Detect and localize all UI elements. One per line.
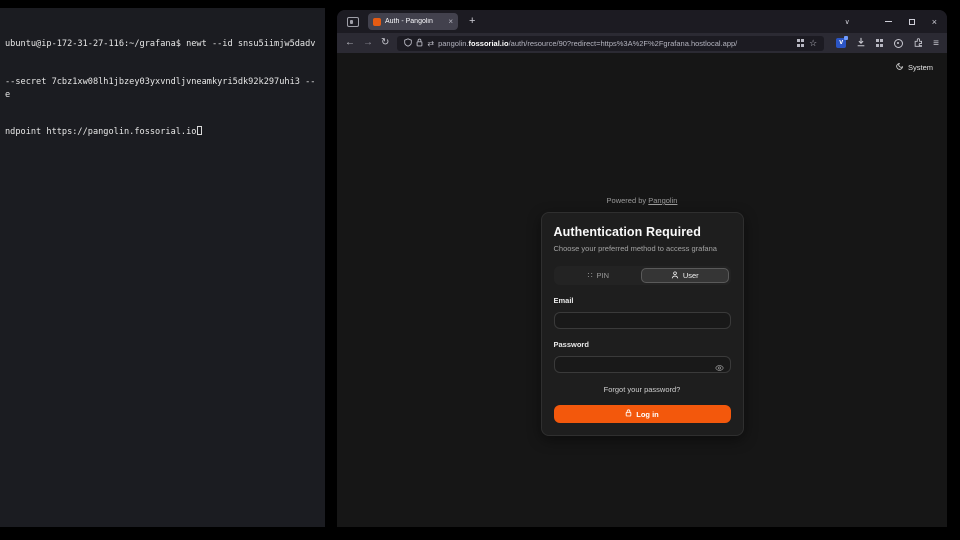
apps-grid-icon[interactable]	[876, 39, 884, 47]
tab-title: Auth - Pangolin	[385, 18, 444, 25]
forward-icon[interactable]: →	[363, 38, 373, 48]
login-button[interactable]: Log in	[554, 405, 731, 423]
password-input[interactable]	[554, 356, 731, 373]
downloads-icon[interactable]	[856, 34, 866, 52]
recorder-circle-icon[interactable]	[894, 39, 903, 48]
forgot-password-link[interactable]: Forgot your password?	[554, 385, 731, 394]
auth-method-tabs: ∷ PIN User	[554, 266, 731, 285]
terminal-line: --secret 7cbz1xw08lh1jbzey03yxvndljvneam…	[5, 76, 320, 101]
firefox-view-icon[interactable]	[347, 17, 359, 27]
terminal-line: ubuntu@ip-172-31-27-116:~/grafana$ newt …	[5, 38, 320, 51]
email-input[interactable]	[554, 312, 731, 329]
user-icon	[671, 271, 679, 281]
toolbar-extensions: v ≡	[832, 34, 939, 52]
maximize-button[interactable]	[909, 19, 915, 25]
page-content: System Powered by Pangolin Authenticatio…	[337, 53, 947, 527]
window-controls: ∨ ×	[845, 17, 937, 27]
tab-pin-label: PIN	[597, 271, 610, 280]
minimize-button[interactable]	[885, 21, 892, 22]
auth-section: Powered by Pangolin Authentication Requi…	[541, 196, 744, 436]
menu-icon[interactable]: ≡	[933, 38, 939, 49]
pangolin-link[interactable]: Pangolin	[648, 196, 677, 205]
password-visibility-toggle[interactable]	[715, 359, 724, 377]
pin-keypad-icon: ∷	[587, 272, 592, 280]
bookmark-star-icon[interactable]: ☆	[809, 38, 817, 49]
tracking-shield-icon[interactable]	[404, 34, 412, 52]
navigation-toolbar: ← → ↻ ⇄ pangolin.fossorial.io/auth/resou…	[337, 33, 947, 53]
login-lock-icon	[625, 409, 632, 419]
browser-window: Auth - Pangolin × + ∨ × ← → ↻	[337, 10, 947, 527]
swap-arrows-icon[interactable]: ⇄	[427, 39, 434, 48]
extension-badge	[844, 36, 848, 40]
url-text: pangolin.fossorial.io/auth/resource/90?r…	[438, 39, 793, 48]
terminal-cursor	[197, 126, 202, 135]
auth-card: Authentication Required Choose your pref…	[541, 212, 744, 436]
tab-user[interactable]: User	[641, 268, 729, 283]
address-bar[interactable]: ⇄ pangolin.fossorial.io/auth/resource/90…	[397, 36, 824, 51]
list-tabs-chevron-icon[interactable]: ∨	[845, 18, 850, 26]
terminal-line: ndpoint https://pangolin.fossorial.io	[5, 126, 320, 139]
email-label: Email	[554, 296, 731, 305]
lock-icon[interactable]	[416, 34, 423, 52]
theme-moon-icon	[896, 62, 904, 72]
reload-icon[interactable]: ↻	[381, 38, 389, 48]
tab-close-icon[interactable]: ×	[448, 18, 453, 26]
card-subtitle: Choose your preferred method to access g…	[554, 244, 731, 253]
terminal-window[interactable]: ubuntu@ip-172-31-27-116:~/grafana$ newt …	[0, 8, 325, 527]
containers-icon[interactable]	[797, 39, 805, 47]
browser-tab[interactable]: Auth - Pangolin ×	[368, 13, 458, 30]
powered-by: Powered by Pangolin	[541, 196, 744, 205]
card-title: Authentication Required	[554, 225, 731, 239]
desktop: ubuntu@ip-172-31-27-116:~/grafana$ newt …	[0, 0, 960, 540]
login-label: Log in	[636, 410, 659, 419]
theme-label: System	[908, 63, 933, 72]
theme-toggle[interactable]: System	[896, 62, 933, 72]
new-tab-button[interactable]: +	[469, 16, 475, 27]
pangolin-favicon	[373, 18, 381, 26]
blue-extension-icon[interactable]: v	[836, 38, 846, 48]
close-window-button[interactable]: ×	[932, 17, 937, 27]
password-label: Password	[554, 340, 731, 349]
extensions-puzzle-icon[interactable]	[913, 34, 923, 52]
back-icon[interactable]: ←	[345, 38, 355, 48]
tab-bar: Auth - Pangolin × + ∨ ×	[337, 10, 947, 33]
tab-pin[interactable]: ∷ PIN	[556, 268, 642, 283]
tab-user-label: User	[683, 271, 699, 280]
